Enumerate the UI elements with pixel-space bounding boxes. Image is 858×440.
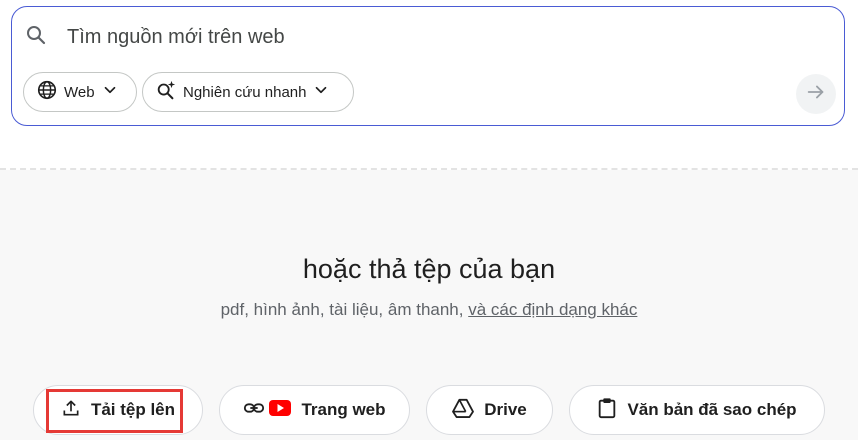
drop-zone-subtitle: pdf, hình ảnh, tài liệu, âm thanh, và cá…	[0, 300, 858, 320]
globe-icon	[36, 79, 58, 105]
arrow-right-icon	[805, 81, 827, 108]
copied-text-source-button[interactable]: Văn bản đã sao chép	[569, 385, 825, 435]
drop-zone-title: hoặc thả tệp của bạn	[302, 254, 556, 284]
research-mode-dropdown[interactable]: Nghiên cứu nhanh	[142, 72, 354, 112]
chevron-down-icon	[101, 81, 119, 103]
clipboard-icon	[597, 397, 617, 424]
copied-text-button-label: Văn bản đã sao chép	[627, 400, 797, 419]
search-card: Web Nghiên cứu nhanh	[11, 6, 845, 126]
submit-search-button[interactable]	[796, 74, 836, 114]
website-button-label: Trang web	[301, 400, 386, 419]
supported-formats-text: pdf, hình ảnh, tài liệu, âm thanh,	[220, 300, 464, 319]
link-icon	[243, 397, 265, 424]
drive-source-button[interactable]: Drive	[426, 385, 553, 435]
research-chip-label: Nghiên cứu nhanh	[183, 83, 307, 101]
drive-button-label: Drive	[484, 400, 527, 419]
upload-button-label: Tải tệp lên	[90, 400, 176, 419]
drive-icon	[452, 398, 475, 423]
youtube-icon	[269, 399, 292, 421]
website-source-button[interactable]: Trang web	[219, 385, 410, 435]
search-row	[24, 21, 48, 53]
search-input[interactable]	[67, 23, 767, 51]
upload-icon	[61, 398, 81, 423]
search-sparkle-icon	[155, 79, 177, 105]
chevron-down-icon	[312, 81, 330, 103]
web-source-dropdown[interactable]: Web	[23, 72, 137, 112]
search-icon	[24, 23, 48, 52]
upload-file-button[interactable]: Tải tệp lên	[33, 385, 203, 435]
more-formats-link[interactable]: và các định dạng khác	[468, 300, 637, 319]
web-chip-label: Web	[64, 83, 95, 101]
